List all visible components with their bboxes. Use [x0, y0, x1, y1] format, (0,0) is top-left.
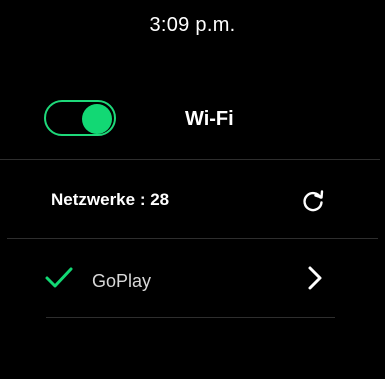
- wifi-label: Wi-Fi: [185, 108, 234, 130]
- divider-bottom: [46, 317, 335, 318]
- checkmark-icon: [45, 267, 73, 288]
- network-item-goplay[interactable]: GoPlay: [0, 248, 385, 316]
- status-time: 3:09 p.m.: [149, 14, 236, 36]
- refresh-button[interactable]: [300, 188, 326, 214]
- chevron-right-icon: [308, 266, 322, 290]
- networks-count-label: Netzwerke : 28: [51, 190, 170, 209]
- divider-top: [0, 159, 380, 160]
- wifi-row: Wi-Fi: [0, 96, 385, 150]
- wifi-toggle[interactable]: [44, 100, 116, 136]
- networks-header-row: Netzwerke : 28: [0, 170, 385, 228]
- refresh-icon: [303, 190, 324, 212]
- divider-middle: [7, 238, 378, 239]
- network-name: GoPlay: [92, 271, 152, 291]
- toggle-knob: [82, 104, 112, 134]
